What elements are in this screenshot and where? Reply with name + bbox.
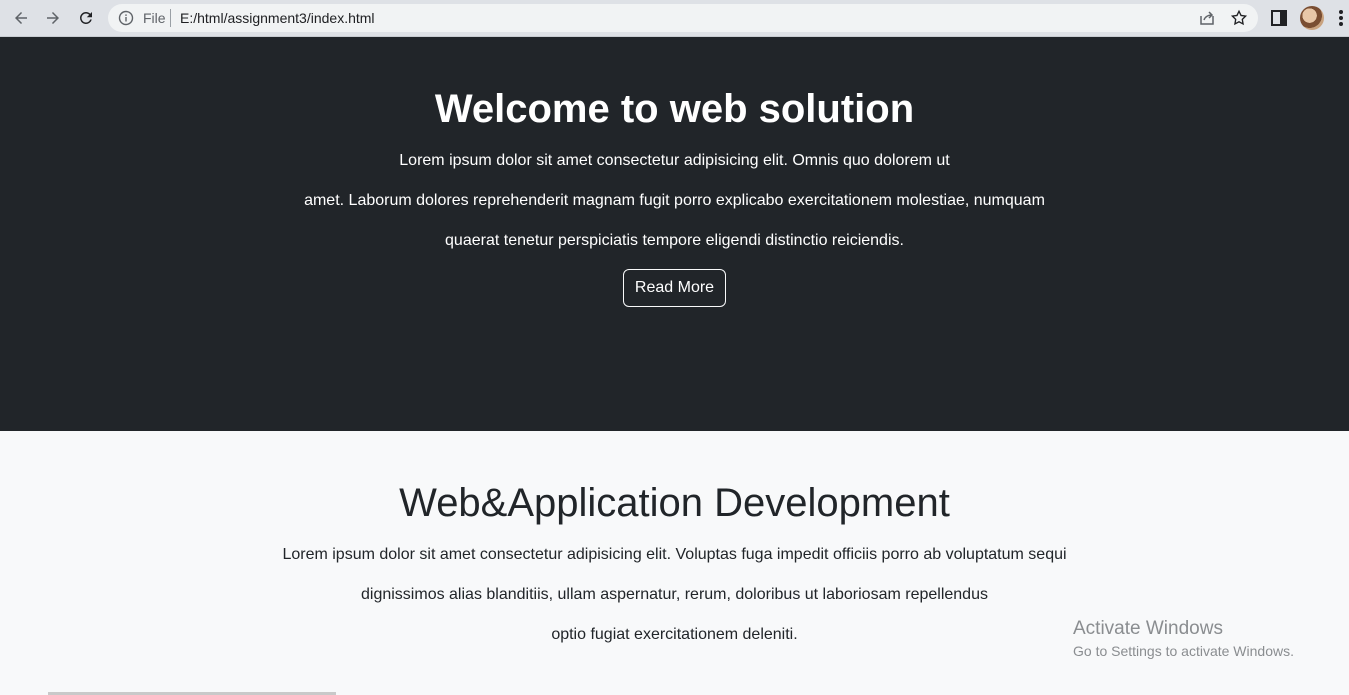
read-more-button[interactable]: Read More	[623, 269, 726, 307]
watermark-title: Activate Windows	[1073, 618, 1223, 639]
reload-button[interactable]	[74, 6, 98, 30]
watermark-subtitle: Go to Settings to activate Windows.	[1073, 643, 1294, 659]
forward-arrow-icon	[47, 12, 59, 24]
hero-title: Welcome to web solution	[434, 87, 915, 131]
back-button[interactable]	[9, 6, 33, 30]
section-paragraph-line: dignissimos alias blanditiis, ullam aspe…	[361, 586, 988, 603]
hero-paragraph-line: Lorem ipsum dolor sit amet consectetur a…	[399, 152, 950, 169]
section-paragraph-line: Lorem ipsum dolor sit amet consectetur a…	[282, 546, 1067, 563]
kebab-menu-icon[interactable]	[1338, 8, 1344, 28]
share-icon[interactable]	[1198, 9, 1216, 27]
activate-windows-watermark: Activate Windows Go to Settings to activ…	[1073, 618, 1294, 662]
file-scheme-label: File	[143, 10, 166, 26]
forward-button[interactable]	[41, 6, 65, 30]
section-title: Web&Application Development	[399, 481, 950, 525]
hero-paragraph: Lorem ipsum dolor sit amet consectetur a…	[0, 149, 1349, 269]
browser-toolbar: File E:/html/assignment3/index.html	[0, 0, 1349, 37]
star-icon[interactable]	[1230, 9, 1248, 27]
side-panel-icon[interactable]	[1271, 10, 1287, 26]
reload-icon	[79, 11, 92, 24]
address-bar[interactable]: File E:/html/assignment3/index.html	[108, 4, 1258, 32]
url-text[interactable]: E:/html/assignment3/index.html	[180, 10, 375, 26]
hero-paragraph-line: quaerat tenetur perspiciatis tempore eli…	[445, 232, 904, 249]
back-arrow-icon	[15, 12, 27, 24]
profile-avatar[interactable]	[1300, 6, 1324, 30]
hero-paragraph-line: amet. Laborum dolores reprehenderit magn…	[304, 192, 1045, 209]
info-icon[interactable]	[118, 10, 134, 26]
hero-section: Welcome to web solution Lorem ipsum dolo…	[0, 37, 1349, 431]
omnibox-divider	[170, 9, 171, 27]
